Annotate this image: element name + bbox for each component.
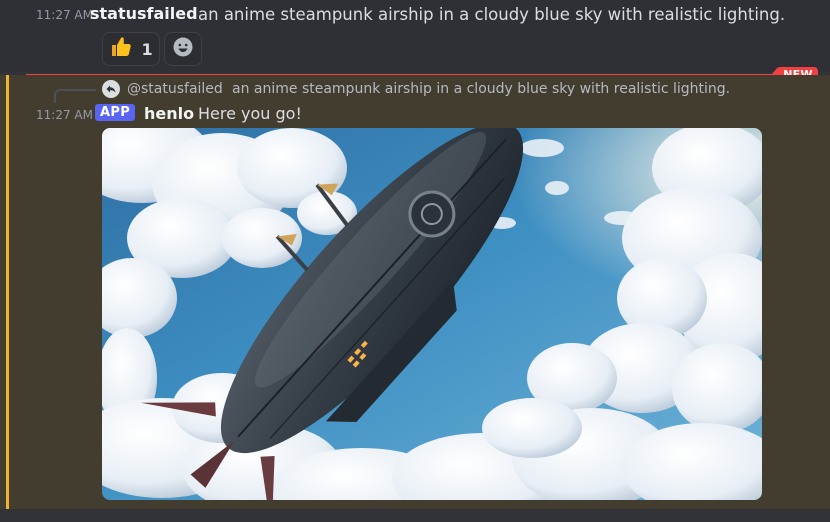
thumbs-up-icon	[109, 35, 133, 63]
reply-mention[interactable]: @statusfailed	[127, 81, 223, 97]
reaction-thumbs-up[interactable]: 1	[102, 32, 160, 66]
bottom-strip	[0, 509, 830, 522]
message-timestamp: 11:27 AM	[36, 8, 93, 22]
message-statusfailed: 11:27 AM statusfailed an anime steampunk…	[0, 0, 830, 72]
reaction-count: 1	[141, 39, 153, 59]
reactions-bar: 1	[102, 32, 202, 66]
reply-arrow-icon	[102, 80, 120, 98]
message-content: Here you go!	[198, 104, 302, 123]
message-timestamp: 11:27 AM	[36, 108, 93, 122]
message-henlo-highlighted: @statusfailed an anime steampunk airship…	[0, 75, 830, 509]
reply-spine	[54, 89, 96, 103]
message-username[interactable]: statusfailed	[90, 4, 198, 23]
message-username[interactable]: henlo	[144, 104, 194, 123]
mention-highlight-bar	[6, 75, 9, 509]
chat-view: 11:27 AM statusfailed an anime steampunk…	[0, 0, 830, 522]
airship-image	[102, 128, 762, 500]
reply-preview-text[interactable]: an anime steampunk airship in a cloudy b…	[232, 81, 730, 97]
add-reaction-button[interactable]	[164, 32, 202, 66]
app-tag-badge: APP	[95, 104, 136, 121]
add-reaction-smiley-icon	[172, 36, 194, 62]
message-content: an anime steampunk airship in a cloudy b…	[198, 5, 786, 24]
image-attachment[interactable]	[102, 128, 762, 500]
